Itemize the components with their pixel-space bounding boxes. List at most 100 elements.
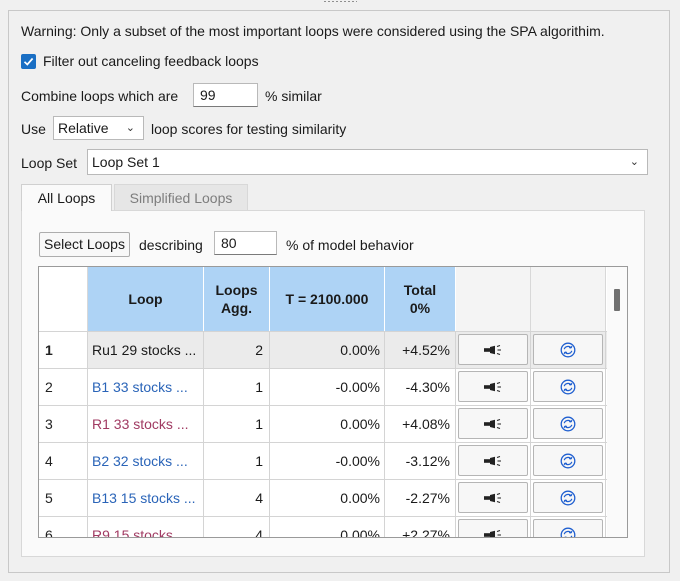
- table-row[interactable]: 2 B1 33 stocks ... 1 -0.00% -4.30%: [39, 368, 627, 405]
- show-loop-cell: [531, 406, 606, 442]
- cycle-arrows-icon: [560, 416, 576, 431]
- total-score-value: +2.27%: [385, 517, 456, 537]
- score-type-value: Relative: [58, 120, 109, 136]
- flashlight-icon: [484, 492, 501, 503]
- behavior-suffix: % of model behavior: [286, 237, 414, 253]
- behavior-percent-input[interactable]: 80: [214, 231, 277, 255]
- time-score-value: -0.00%: [270, 369, 385, 405]
- tab-all-loops[interactable]: All Loops: [21, 184, 112, 211]
- time-score-value: 0.00%: [270, 406, 385, 442]
- describing-label: describing: [139, 237, 203, 253]
- highlight-loop-button[interactable]: [458, 408, 528, 439]
- header-loop-label: Loop: [128, 291, 163, 307]
- highlight-loop-button[interactable]: [458, 445, 528, 476]
- show-loop-button[interactable]: [533, 482, 603, 513]
- row-number[interactable]: 2: [39, 369, 88, 405]
- warning-text: Warning: Only a subset of the most impor…: [21, 23, 605, 39]
- combine-prefix: Combine loops which are: [21, 88, 179, 104]
- chevron-down-icon: ⌄: [125, 122, 135, 134]
- loopset-value: Loop Set 1: [92, 154, 160, 170]
- highlight-cell: [456, 332, 531, 368]
- highlight-loop-button[interactable]: [458, 482, 528, 513]
- score-type-select[interactable]: Relative ⌄: [53, 116, 144, 140]
- scrollbar-thumb[interactable]: [614, 289, 620, 311]
- row-number[interactable]: 5: [39, 480, 88, 516]
- loops-agg-value: 1: [204, 406, 270, 442]
- show-loop-cell: [531, 369, 606, 405]
- total-score-value: -3.12%: [385, 443, 456, 479]
- time-score-value: 0.00%: [270, 480, 385, 516]
- show-loop-cell: [531, 517, 606, 537]
- show-loop-button[interactable]: [533, 445, 603, 476]
- combine-suffix: % similar: [265, 88, 322, 104]
- highlight-cell: [456, 517, 531, 537]
- row-number[interactable]: 6: [39, 517, 88, 537]
- loop-name[interactable]: Ru1 29 stocks ...: [88, 332, 204, 368]
- time-score-value: -0.00%: [270, 443, 385, 479]
- cycle-arrows-icon: [560, 527, 576, 537]
- row-number[interactable]: 4: [39, 443, 88, 479]
- header-time[interactable]: T = 2100.000: [270, 267, 385, 331]
- filter-checkbox[interactable]: [21, 54, 36, 69]
- cycle-arrows-icon: [560, 342, 576, 357]
- loopset-label: Loop Set: [21, 155, 78, 171]
- row-number[interactable]: 1: [39, 332, 88, 368]
- loops-agg-value: 4: [204, 517, 270, 537]
- flashlight-icon: [484, 381, 501, 392]
- highlight-loop-button[interactable]: [458, 519, 528, 537]
- highlight-cell: [456, 369, 531, 405]
- flashlight-icon: [484, 529, 501, 537]
- filter-label[interactable]: Filter out canceling feedback loops: [43, 53, 259, 69]
- header-action-1: [456, 267, 531, 331]
- header-total[interactable]: Total 0%: [385, 267, 456, 331]
- header-agg-line1: Loops: [215, 282, 258, 298]
- table-scrollbar[interactable]: [607, 267, 627, 537]
- header-time-label: T = 2100.000: [285, 291, 369, 307]
- show-loop-button[interactable]: [533, 371, 603, 402]
- scores-prefix: Use: [21, 121, 46, 137]
- flashlight-icon: [484, 418, 501, 429]
- highlight-loop-button[interactable]: [458, 371, 528, 402]
- similarity-input[interactable]: 99: [193, 83, 258, 107]
- scores-suffix: loop scores for testing similarity: [151, 121, 347, 137]
- show-loop-button[interactable]: [533, 519, 603, 537]
- time-score-value: 0.00%: [270, 332, 385, 368]
- row-number[interactable]: 3: [39, 406, 88, 442]
- table-row[interactable]: 4 B2 32 stocks ... 1 -0.00% -3.12%: [39, 442, 627, 479]
- loops-agg-value: 1: [204, 369, 270, 405]
- cycle-arrows-icon: [560, 453, 576, 468]
- flashlight-icon: [484, 344, 501, 355]
- header-loop[interactable]: Loop: [88, 267, 204, 331]
- highlight-cell: [456, 406, 531, 442]
- show-loop-button[interactable]: [533, 408, 603, 439]
- header-action-2: [531, 267, 606, 331]
- resize-grip[interactable]: [323, 0, 357, 3]
- loops-agg-value: 2: [204, 332, 270, 368]
- select-loops-button[interactable]: Select Loops: [39, 232, 130, 257]
- cycle-arrows-icon: [560, 490, 576, 505]
- show-loop-cell: [531, 480, 606, 516]
- table-row[interactable]: 3 R1 33 stocks ... 1 0.00% +4.08%: [39, 405, 627, 442]
- loops-agg-value: 4: [204, 480, 270, 516]
- table-row[interactable]: 6 R9 15 stocks ... 4 0.00% +2.27%: [39, 516, 627, 537]
- table-row[interactable]: 5 B13 15 stocks ... 4 0.00% -2.27%: [39, 479, 627, 516]
- header-agg-line2: Agg.: [220, 300, 253, 316]
- total-score-value: +4.52%: [385, 332, 456, 368]
- highlight-loop-button[interactable]: [458, 334, 528, 365]
- loop-name[interactable]: B1 33 stocks ...: [88, 369, 204, 405]
- total-score-value: -4.30%: [385, 369, 456, 405]
- total-score-value: -2.27%: [385, 480, 456, 516]
- loop-name[interactable]: B13 15 stocks ...: [88, 480, 204, 516]
- loopset-select[interactable]: Loop Set 1 ⌄: [87, 149, 648, 175]
- table-row[interactable]: 1 Ru1 29 stocks ... 2 0.00% +4.52%: [39, 331, 627, 368]
- loop-name[interactable]: B2 32 stocks ...: [88, 443, 204, 479]
- loops-table: Loop Loops Agg. T = 2100.000 Total 0% 1R…: [38, 266, 628, 538]
- loop-name[interactable]: R9 15 stocks ...: [88, 517, 204, 537]
- header-loops-agg[interactable]: Loops Agg.: [204, 267, 270, 331]
- header-total-line2: 0%: [409, 300, 431, 316]
- show-loop-button[interactable]: [533, 334, 603, 365]
- show-loop-cell: [531, 332, 606, 368]
- tab-simplified-loops[interactable]: Simplified Loops: [114, 184, 248, 211]
- loop-name[interactable]: R1 33 stocks ...: [88, 406, 204, 442]
- cycle-arrows-icon: [560, 379, 576, 394]
